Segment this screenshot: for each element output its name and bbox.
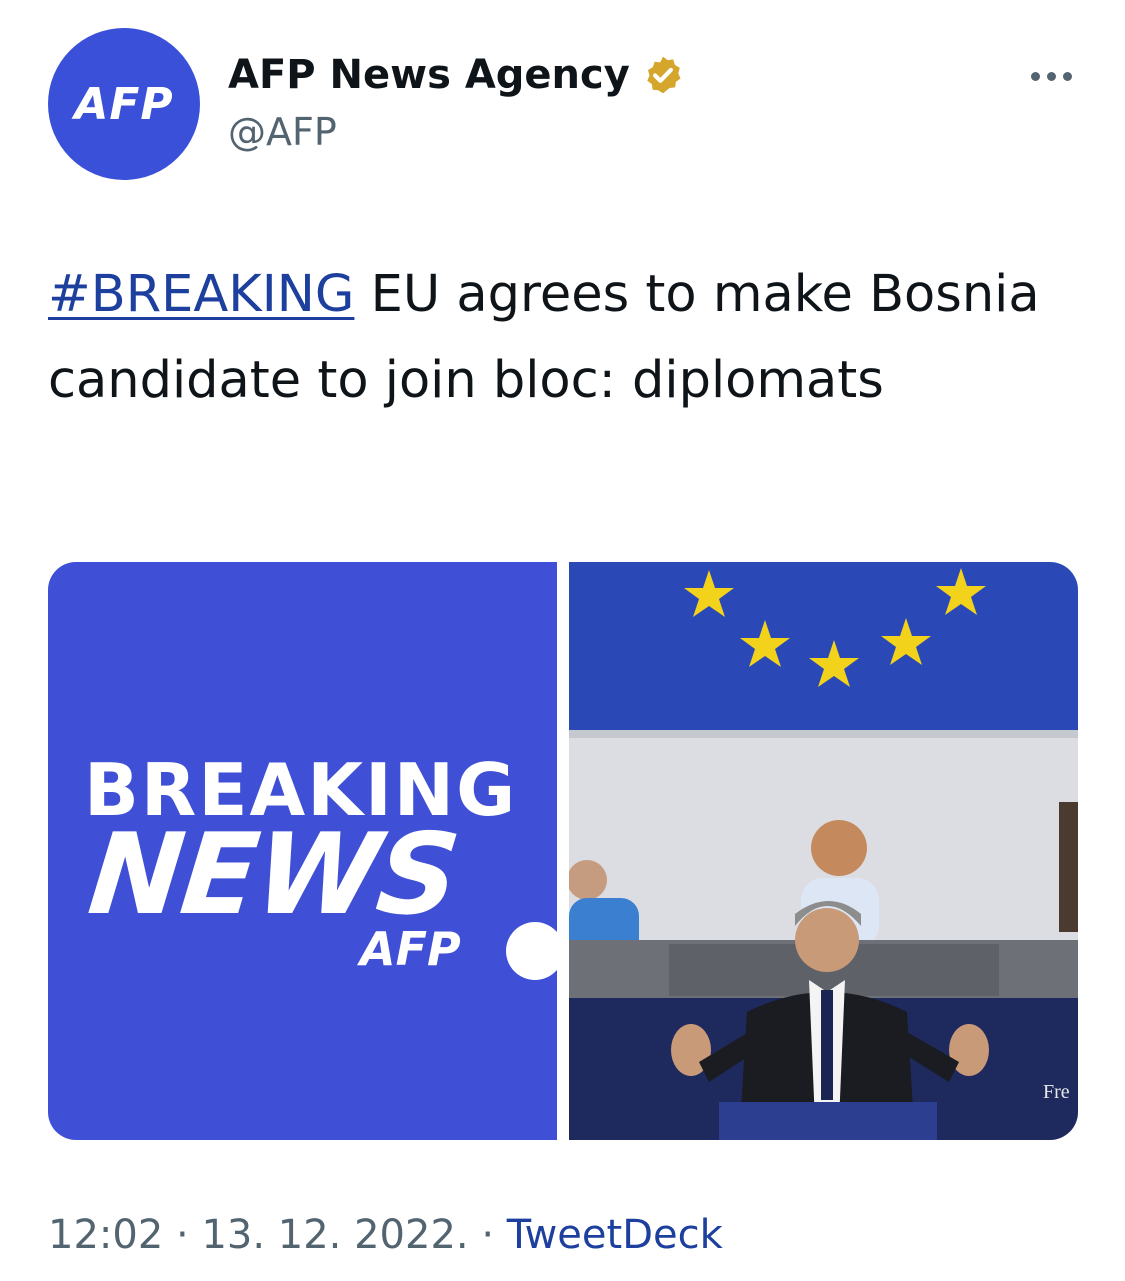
- meta-separator: ·: [468, 1212, 507, 1258]
- afp-logo-dot: [506, 922, 557, 980]
- author-name[interactable]: AFP News Agency: [228, 52, 630, 98]
- photo-credit-fragment: Fre: [1043, 1081, 1070, 1103]
- tweet-time[interactable]: 12:02: [48, 1212, 163, 1258]
- more-options-icon[interactable]: [1029, 62, 1073, 90]
- news-label: NEWS: [83, 810, 464, 940]
- tweet-meta: 12:02 · 13. 12. 2022. · TweetDeck: [48, 1212, 723, 1258]
- tweet-date[interactable]: 13. 12. 2022.: [201, 1212, 468, 1258]
- avatar[interactable]: AFP: [48, 28, 200, 180]
- tweet-source-link[interactable]: TweetDeck: [507, 1212, 723, 1258]
- meta-separator: ·: [163, 1212, 202, 1258]
- media-image-parliament[interactable]: Fre: [569, 562, 1078, 1140]
- avatar-label: AFP: [74, 78, 174, 130]
- author-handle[interactable]: @AFP: [228, 110, 337, 154]
- tweet-text: #BREAKING EU agrees to make Bosnia candi…: [48, 252, 1078, 424]
- parliament-photo: Fre: [569, 562, 1078, 1140]
- hashtag-link[interactable]: #BREAKING: [48, 265, 354, 324]
- verified-badge-icon: [647, 56, 681, 94]
- media-grid: BREAKING NEWS AFP Fre: [48, 562, 1078, 1140]
- afp-logo-text: AFP: [360, 922, 461, 976]
- media-image-breaking-news[interactable]: BREAKING NEWS AFP: [48, 562, 557, 1140]
- author-name-row: AFP News Agency: [228, 52, 684, 98]
